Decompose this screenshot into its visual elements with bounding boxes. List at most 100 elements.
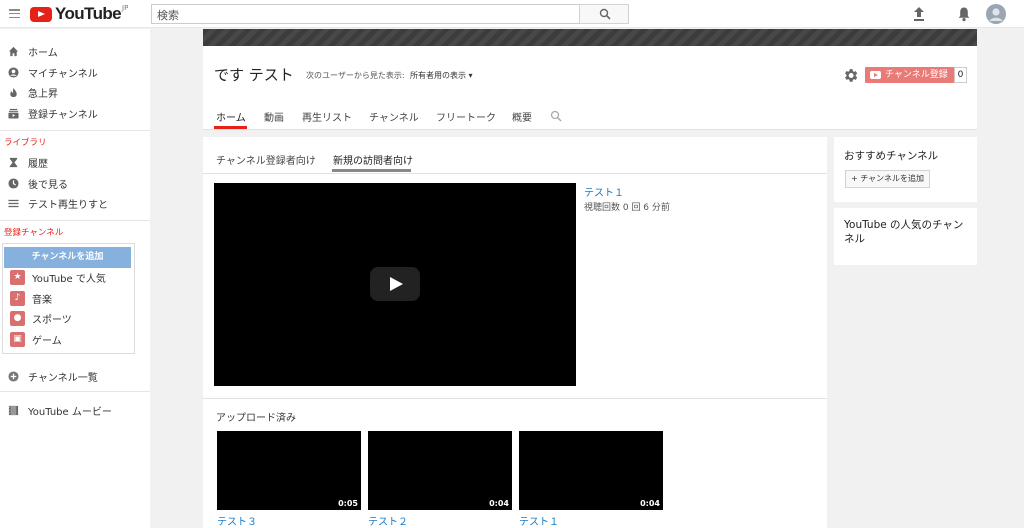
guide-item-label: 急上昇 bbox=[28, 88, 58, 100]
home-icon bbox=[8, 46, 19, 56]
guide-sidebar: ホーム マイチャンネル 急上昇 登録チャンネル ライブラリ 履歴 後で見る テス… bbox=[0, 29, 150, 528]
gaming-icon: ▣ bbox=[10, 331, 25, 347]
guide-item-popular[interactable]: ★ YouTube で人気 bbox=[0, 267, 150, 287]
tab-active-indicator bbox=[214, 126, 247, 129]
play-icon[interactable] bbox=[370, 267, 420, 301]
video-thumbnail[interactable]: 0:04 bbox=[368, 431, 512, 510]
channel-banner bbox=[203, 29, 977, 46]
guide-item-gaming[interactable]: ▣ ゲーム bbox=[0, 329, 150, 349]
video-title[interactable]: テスト１ bbox=[519, 513, 559, 528]
divider bbox=[203, 398, 827, 399]
guide-item-subscriptions[interactable]: 登録チャンネル bbox=[0, 103, 150, 123]
subtab-subscribers[interactable]: チャンネル登録者向け bbox=[216, 152, 316, 167]
video-title[interactable]: テスト３ bbox=[217, 513, 257, 528]
featured-video-meta: 視聴回数 0 回 6 分前 bbox=[584, 203, 670, 213]
video-player[interactable] bbox=[214, 183, 576, 386]
youtube-play-icon bbox=[30, 6, 52, 22]
guide-item-label: マイチャンネル bbox=[28, 68, 98, 80]
channel-search-icon[interactable] bbox=[550, 110, 562, 122]
guide-item-label: YouTube ムービー bbox=[28, 406, 112, 418]
view-as-dropdown[interactable]: 所有者用の表示 ▾ bbox=[410, 70, 473, 81]
add-channel-button[interactable]: チャンネルを追加 bbox=[4, 247, 131, 268]
guide-item-home[interactable]: ホーム bbox=[0, 41, 150, 61]
subtab-new-visitors[interactable]: 新規の訪問者向け bbox=[333, 152, 413, 167]
tab-discussion[interactable]: フリートーク bbox=[436, 109, 496, 124]
search-button[interactable] bbox=[579, 4, 629, 24]
guide-item-browse-channels[interactable]: チャンネル一覧 bbox=[0, 366, 150, 386]
sports-icon: ● bbox=[10, 310, 25, 326]
tab-playlists[interactable]: 再生リスト bbox=[302, 109, 352, 124]
video-thumbnail[interactable]: 0:05 bbox=[217, 431, 361, 510]
guide-item-trending[interactable]: 急上昇 bbox=[0, 82, 150, 102]
video-duration: 0:05 bbox=[338, 499, 358, 508]
recommended-channels-title: おすすめチャンネル bbox=[844, 150, 939, 162]
guide-item-label: 履歴 bbox=[28, 158, 48, 170]
guide-item-label: ホーム bbox=[28, 47, 58, 59]
star-icon: ★ bbox=[10, 269, 25, 285]
upload-icon[interactable] bbox=[912, 6, 926, 22]
film-icon bbox=[8, 405, 19, 415]
guide-item-label: テスト再生りすと bbox=[28, 199, 108, 211]
video-duration: 0:04 bbox=[489, 499, 509, 508]
avatar[interactable] bbox=[986, 4, 1006, 24]
guide-item-label: 音楽 bbox=[32, 294, 52, 306]
account-icon bbox=[8, 66, 19, 78]
add-channel-button[interactable]: + チャンネルを追加 bbox=[845, 170, 930, 188]
popular-channels-card: YouTube の人気のチャンネル bbox=[834, 208, 977, 265]
library-section-title[interactable]: ライブラリ bbox=[4, 136, 47, 148]
video-duration: 0:04 bbox=[640, 499, 660, 508]
featured-video-title[interactable]: テスト１ bbox=[584, 184, 624, 199]
tab-videos[interactable]: 動画 bbox=[264, 109, 284, 124]
guide-divider bbox=[0, 220, 150, 221]
guide-item-label: チャンネル一覧 bbox=[28, 372, 98, 384]
search-input[interactable]: 検索 bbox=[151, 4, 580, 24]
popular-channels-title[interactable]: YouTube の人気のチャンネル bbox=[844, 218, 969, 246]
channel-title: です テスト bbox=[214, 66, 294, 84]
logo-text: YouTube bbox=[55, 4, 122, 23]
music-icon: ♪ bbox=[10, 290, 25, 306]
video-thumbnail[interactable]: 0:04 bbox=[519, 431, 663, 510]
youtube-play-icon bbox=[870, 71, 881, 79]
tab-home[interactable]: ホーム bbox=[216, 109, 246, 124]
hourglass-icon bbox=[9, 157, 18, 167]
guide-divider bbox=[0, 391, 150, 392]
video-title[interactable]: テスト２ bbox=[368, 513, 408, 528]
subtab-active-indicator bbox=[332, 169, 411, 172]
recommended-channels-card: おすすめチャンネル + チャンネルを追加 bbox=[834, 137, 977, 202]
view-as-label: 次のユーザーから見た表示: bbox=[306, 71, 405, 80]
guide-item-playlist[interactable]: テスト再生りすと bbox=[0, 193, 150, 213]
notifications-icon[interactable] bbox=[957, 6, 971, 22]
guide-item-label: ゲーム bbox=[32, 335, 62, 347]
region-label: JP bbox=[122, 4, 129, 12]
uploads-section-title[interactable]: アップロード済み bbox=[216, 409, 296, 424]
channel-home-content: チャンネル登録者向け 新規の訪問者向け テスト１ 視聴回数 0 回 6 分前 ア… bbox=[203, 137, 827, 528]
add-circle-icon bbox=[8, 370, 19, 382]
flame-icon bbox=[10, 87, 17, 97]
subscribe-label: チャンネル登録 bbox=[885, 70, 948, 80]
playlist-icon bbox=[8, 199, 19, 207]
tab-channels[interactable]: チャンネル bbox=[369, 109, 419, 124]
channel-header: です テスト 次のユーザーから見た表示: 所有者用の表示 ▾ チャンネル登録 0… bbox=[203, 46, 977, 130]
youtube-logo[interactable]: YouTube JP bbox=[30, 4, 129, 23]
tab-about[interactable]: 概要 bbox=[512, 109, 532, 124]
guide-item-watch-later[interactable]: 後で見る bbox=[0, 173, 150, 193]
subscriptions-section-title[interactable]: 登録チャンネル bbox=[4, 226, 63, 238]
guide-item-movies[interactable]: YouTube ムービー bbox=[0, 400, 150, 420]
menu-icon[interactable] bbox=[9, 9, 20, 19]
guide-divider bbox=[0, 130, 150, 131]
guide-item-sports[interactable]: ● スポーツ bbox=[0, 308, 150, 328]
guide-item-music[interactable]: ♪ 音楽 bbox=[0, 288, 150, 308]
masthead: YouTube JP 検索 bbox=[0, 0, 1024, 28]
subscriptions-icon bbox=[8, 108, 19, 119]
guide-item-label: 登録チャンネル bbox=[28, 109, 98, 121]
guide-item-history[interactable]: 履歴 bbox=[0, 152, 150, 172]
subscribe-button[interactable]: チャンネル登録 bbox=[865, 67, 954, 83]
search-icon bbox=[599, 8, 611, 20]
guide-item-label: スポーツ bbox=[32, 314, 72, 326]
divider bbox=[203, 173, 827, 174]
subscriber-count: 0 bbox=[954, 67, 967, 83]
guide-item-label: 後で見る bbox=[28, 179, 68, 191]
guide-item-my-channel[interactable]: マイチャンネル bbox=[0, 62, 150, 82]
gear-icon[interactable] bbox=[842, 67, 859, 84]
clock-icon bbox=[8, 177, 19, 189]
